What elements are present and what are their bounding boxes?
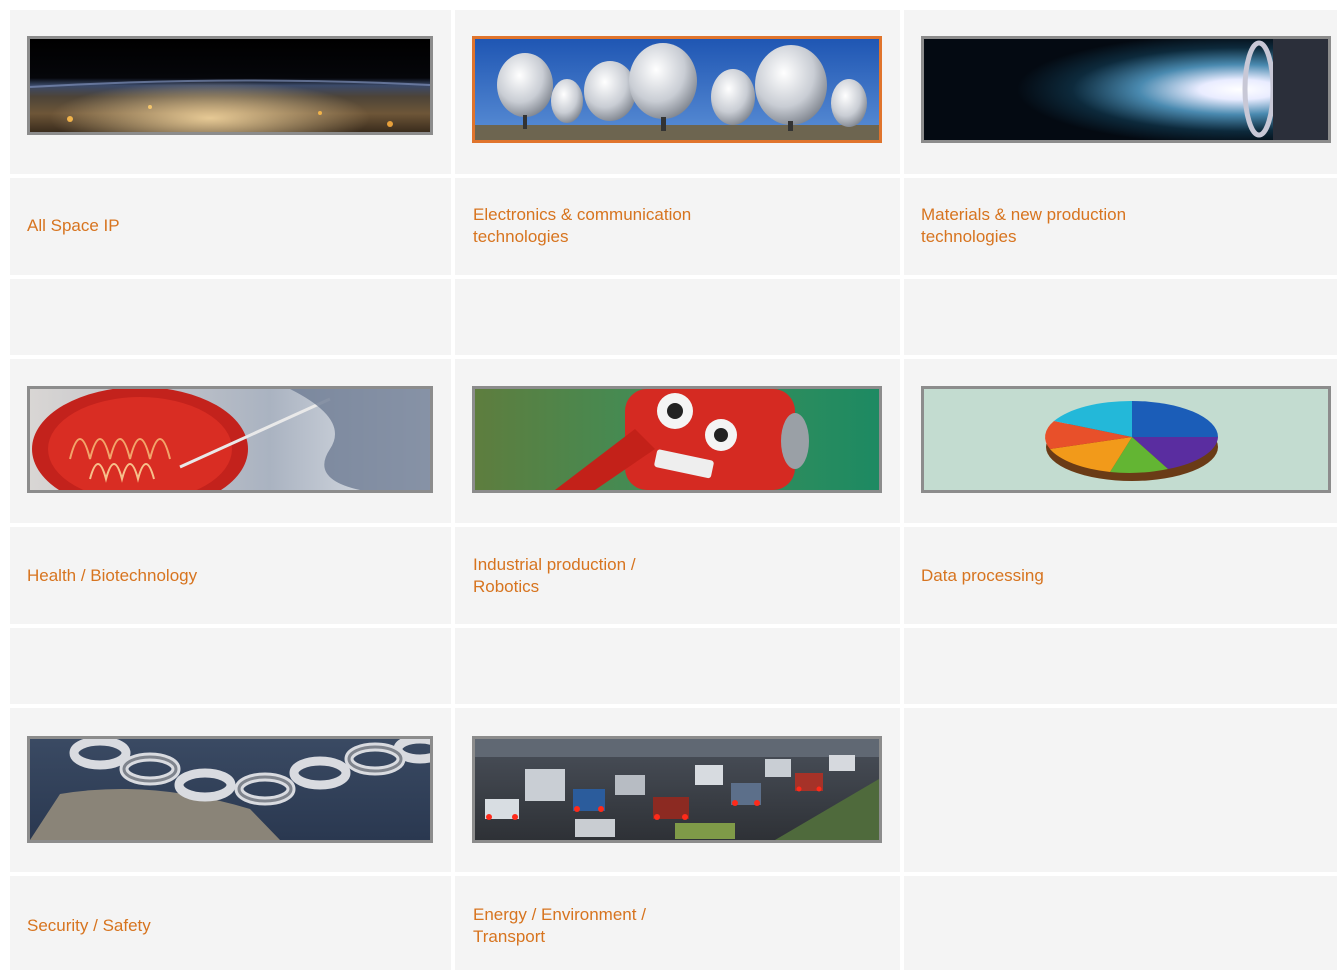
spacer-cell: [904, 279, 1337, 355]
spacer-cell: [455, 628, 900, 704]
category-link-security-safety[interactable]: Security / Safety: [27, 915, 151, 937]
plasma-thruster-image[interactable]: [921, 36, 1331, 143]
spacer-cell: [904, 628, 1337, 704]
empty-cell: [904, 708, 1337, 872]
category-link-all-space-ip[interactable]: All Space IP: [27, 215, 120, 237]
red-robot-image[interactable]: [472, 386, 882, 493]
earth-horizon-image[interactable]: [27, 36, 433, 135]
category-link-electronics-communication[interactable]: Electronics & communication technologies: [473, 204, 691, 248]
pie-chart-image[interactable]: [921, 386, 1331, 493]
spacer-cell: [10, 279, 451, 355]
traffic-highway-image[interactable]: [472, 736, 882, 843]
petri-dish-image[interactable]: [27, 386, 433, 493]
category-link-data-processing[interactable]: Data processing: [921, 565, 1044, 587]
category-link-energy-environment-transport[interactable]: Energy / Environment / Transport: [473, 904, 646, 948]
category-link-materials-production[interactable]: Materials & new production technologies: [921, 204, 1126, 248]
category-link-industrial-robotics[interactable]: Industrial production / Robotics: [473, 554, 636, 598]
chain-padlock-image[interactable]: [27, 736, 433, 843]
radio-telescope-dishes-image[interactable]: [472, 36, 882, 143]
category-link-health-biotechnology[interactable]: Health / Biotechnology: [27, 565, 197, 587]
spacer-cell: [455, 279, 900, 355]
category-grid: All Space IP Electronics & communication…: [0, 0, 1337, 970]
empty-cell: [904, 876, 1337, 970]
spacer-cell: [10, 628, 451, 704]
